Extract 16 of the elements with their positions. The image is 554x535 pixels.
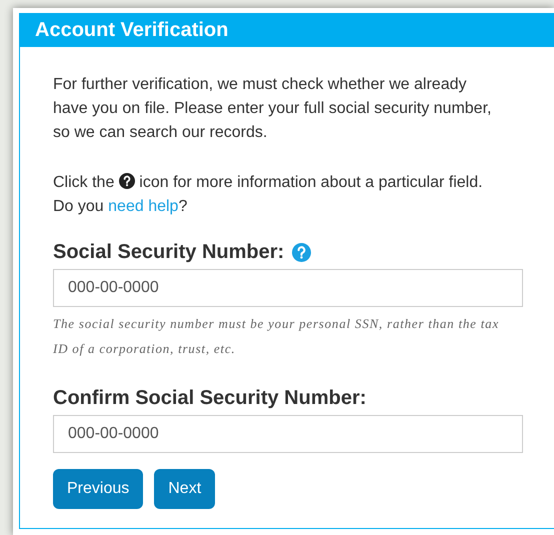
help-prompt-end: ? bbox=[178, 198, 188, 215]
info-text: icon for more information about a particular field. bbox=[139, 174, 483, 191]
ssn-input[interactable]: 000-00-0000 bbox=[53, 269, 523, 307]
field-label: Social Security Number: bbox=[53, 240, 284, 265]
help-icon bbox=[118, 173, 135, 189]
ssn-input[interactable]: 000-00-0000 bbox=[53, 415, 523, 453]
help-link[interactable]: need help bbox=[108, 198, 178, 215]
info-text: Click the bbox=[53, 174, 114, 191]
intro-text: For further verification, we must check whether we already have you on file. Please enter your full social security number, so we can search our records. bbox=[53, 75, 492, 143]
field-label: Confirm Social Security Number: bbox=[53, 386, 366, 411]
dialog-title: Account Verification bbox=[35, 18, 228, 43]
nav-button[interactable]: Next bbox=[154, 469, 216, 509]
help-icon[interactable] bbox=[292, 242, 312, 262]
nav-button[interactable]: Previous bbox=[53, 469, 144, 509]
help-prompt: Do you bbox=[53, 198, 104, 215]
field-hint: The social security number must be your personal SSN, rather than the tax ID of a corporation, trust, etc. bbox=[53, 315, 499, 358]
